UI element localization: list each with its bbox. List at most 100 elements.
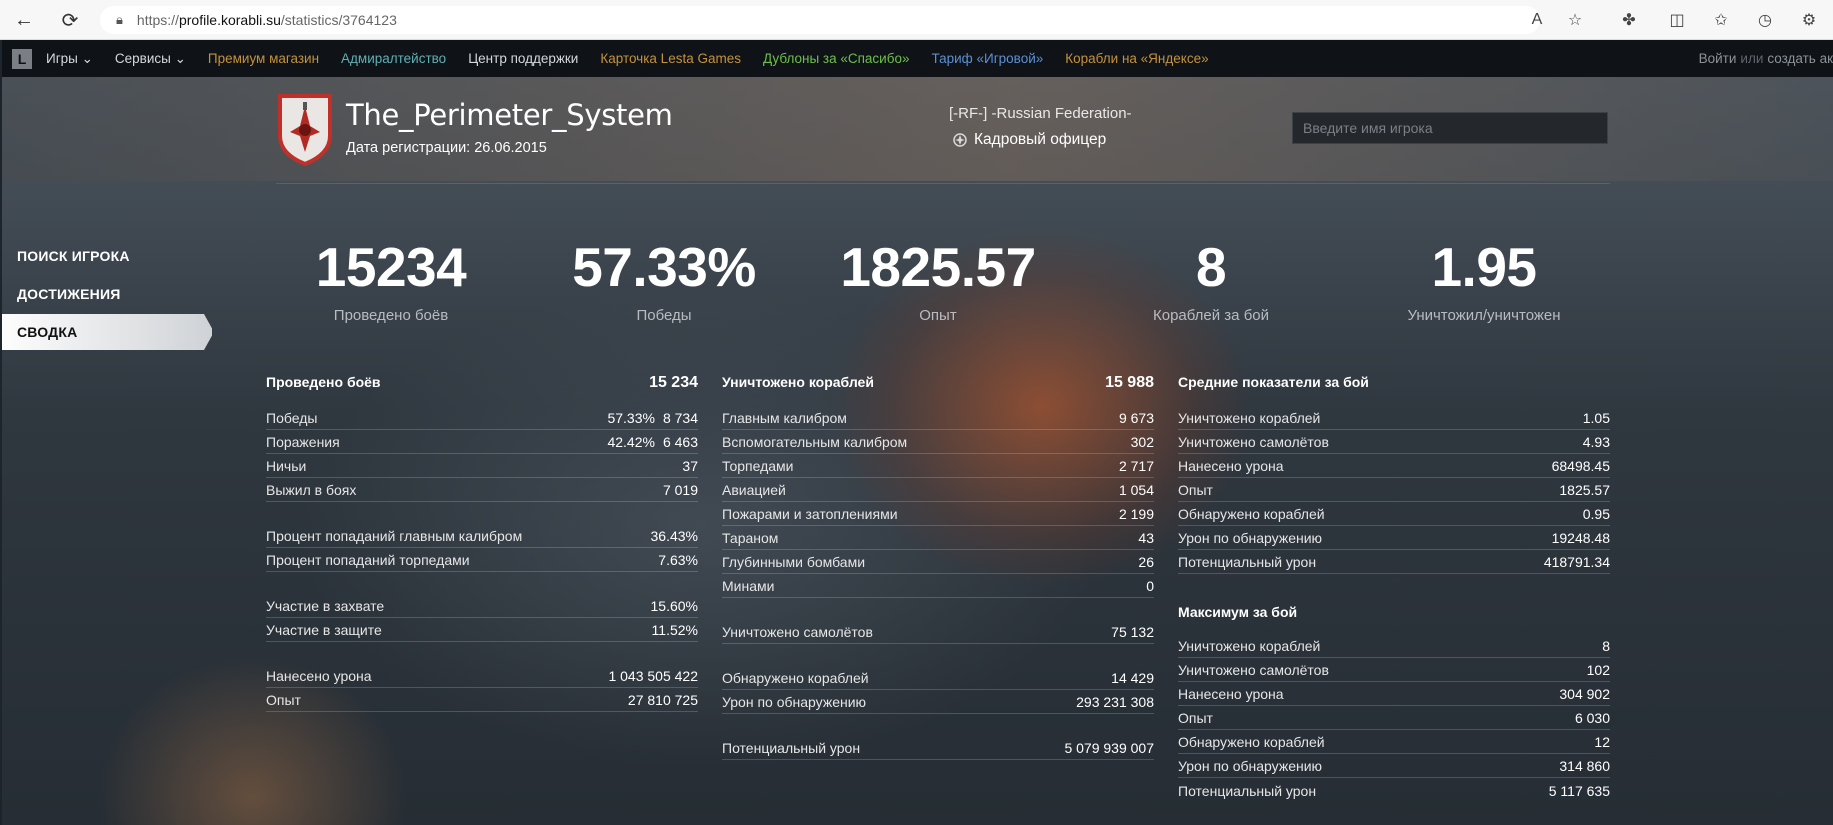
table-row: Обнаружено кораблей 0.95 [1178, 502, 1610, 526]
table-row: Потенциальный урон 418791.34 [1178, 550, 1610, 574]
summary-label: Проведено боёв [333, 307, 449, 324]
favorites-icon[interactable]: ✩ [1710, 9, 1732, 31]
clan-rank: Кадровый офицер [952, 131, 1106, 149]
clan-link[interactable]: [-RF-] -Russian Federation- [949, 105, 1132, 122]
table-row: Выжил в боях 7 019 [266, 478, 698, 502]
averages-table: Средние показатели за бой Уничтожено кор… [1178, 374, 1610, 802]
table-row: Обнаружено кораблей 12 [1178, 730, 1610, 754]
browser-toolbar: ← ⟳ 🔒︎ https://profile.korabli.su/statis… [0, 0, 1833, 40]
split-screen-icon[interactable]: ◫ [1666, 9, 1688, 31]
table-row: Главным калибром 9 673 [722, 406, 1154, 430]
table-row: Победы 57.33% 8 734 [266, 406, 698, 430]
table-row: Урон по обнаружению 314 860 [1178, 754, 1610, 778]
summary-ships-per-battle: 8 Кораблей за бой [1091, 237, 1331, 324]
summary-value: 57.33% [572, 236, 756, 298]
summary-kd-ratio: 1.95 Уничтожил/уничтожен [1364, 237, 1604, 324]
table-row: Опыт 27 810 725 [266, 688, 698, 712]
back-icon[interactable]: ← [10, 6, 38, 34]
table-row: Процент попаданий торпедами 7.63% [266, 548, 698, 572]
clan-emblem-icon [278, 94, 332, 166]
summary-wins: 57.33% Победы [544, 237, 784, 324]
player-search-input[interactable] [1292, 112, 1608, 144]
summary-experience: 1825.57 Опыт [818, 237, 1058, 324]
table-row: Минами 0 [722, 574, 1154, 598]
summary-label: Опыт [919, 307, 957, 324]
table-title: Проведено боёв [266, 374, 381, 390]
table-row: Урон по обнаружению 293 231 308 [722, 690, 1154, 714]
nav-services[interactable]: Сервисы ⌄ [115, 51, 186, 67]
nav-tariff[interactable]: Тариф «Игровой» [931, 51, 1043, 66]
battles-table: Проведено боёв 15 234 Победы 57.33% 8 734 … [266, 374, 698, 712]
url-text: https://profile.korabli.su/statistics/37… [136, 12, 397, 28]
summary-value: 15234 [315, 236, 467, 298]
table-row: Процент попаданий главным калибром 36.43% [266, 524, 698, 548]
login-or: или [1740, 51, 1764, 66]
sidebar-item-achievements[interactable]: ДОСТИЖЕНИЯ [2, 276, 212, 312]
nav-doubloons[interactable]: Дублоны за «Спасибо» [763, 51, 909, 66]
table-row: Авиацией 1 054 [722, 478, 1154, 502]
summary-label: Уничтожил/уничтожен [1407, 307, 1561, 324]
table-row: Опыт 6 030 [1178, 706, 1610, 730]
table-row: Потенциальный урон 5 117 635 [1178, 783, 1610, 799]
sidebar-item-summary[interactable]: СВОДКА [2, 314, 212, 350]
table-title: Средние показатели за бой [1178, 374, 1369, 390]
login-area: Войти или создать ак [1699, 40, 1833, 77]
summary-value: 8 [1195, 236, 1227, 298]
table-row: Нанесено урона 68498.45 [1178, 454, 1610, 478]
maximum-header: Максимум за бой [1178, 604, 1610, 628]
sidebar-item-player-search[interactable]: ПОИСК ИГРОКА [2, 238, 212, 274]
rank-label: Кадровый офицер [974, 131, 1107, 148]
table-row: Уничтожено самолётов 75 132 [722, 620, 1154, 644]
lesta-logo[interactable]: L [12, 48, 32, 69]
summary-label: Кораблей за бой [1152, 307, 1270, 324]
table-row: Опыт 1825.57 [1178, 478, 1610, 502]
player-name: The_Perimeter_System [346, 98, 673, 132]
table-row: Вспомогательным калибром 302 [722, 430, 1154, 454]
table-row: Уничтожено кораблей 1.05 [1178, 406, 1610, 430]
nav-premium-shop[interactable]: Премиум магазин [208, 51, 319, 66]
table-title: Максимум за бой [1178, 604, 1298, 620]
table-row: Пожарами и затоплениями 2 199 [722, 502, 1154, 526]
table-row: Уничтожено самолётов 102 [1178, 658, 1610, 682]
read-aloud-icon[interactable]: A [1526, 9, 1548, 31]
table-total: 15 988 [1105, 374, 1154, 391]
table-row: Урон по обнаружению 19248.48 [1178, 526, 1610, 550]
table-row: Глубинными бомбами 26 [722, 550, 1154, 574]
table-row: Потенциальный урон 5 079 939 007 [722, 736, 1154, 760]
table-row: Тараном 43 [722, 526, 1154, 550]
kills-table: Уничтожено кораблей 15 988 Главным калиб… [722, 374, 1154, 760]
address-bar[interactable]: 🔒︎ https://profile.korabli.su/statistics… [100, 6, 1540, 34]
register-link[interactable]: создать ак [1767, 51, 1833, 66]
table-total: 15 234 [649, 374, 698, 391]
history-icon[interactable]: ◷ [1754, 9, 1776, 31]
table-row: Участие в защите 11.52% [266, 618, 698, 642]
rank-icon [953, 133, 967, 147]
nav-games[interactable]: Игры ⌄ [46, 51, 93, 67]
kills-header: Уничтожено кораблей 15 988 [722, 374, 1154, 398]
table-row: Поражения 42.42% 6 463 [266, 430, 698, 454]
nav-lesta-card[interactable]: Карточка Lesta Games [600, 51, 741, 66]
table-row: Ничьи 37 [266, 454, 698, 478]
settings-icon[interactable]: ⚙ [1798, 9, 1820, 31]
extensions-icon[interactable]: ✤ [1618, 9, 1640, 31]
site-navbar: L Игры ⌄ Сервисы ⌄ Премиум магазин Адмир… [2, 40, 1833, 77]
summary-label: Победы [636, 307, 692, 324]
table-row: Участие в захвате 15.60% [266, 594, 698, 618]
reload-icon[interactable]: ⟳ [56, 6, 84, 34]
login-link[interactable]: Войти [1699, 51, 1737, 66]
nav-support[interactable]: Центр поддержки [468, 51, 578, 66]
averages-header: Средние показатели за бой [1178, 374, 1610, 398]
table-row: Торпедами 2 717 [722, 454, 1154, 478]
table-row: Уничтожено кораблей 8 [1178, 634, 1610, 658]
header-divider [276, 183, 1610, 184]
nav-yandex[interactable]: Корабли на «Яндексе» [1065, 51, 1208, 66]
favorite-star-icon[interactable]: ☆ [1564, 9, 1586, 31]
table-title: Уничтожено кораблей [722, 374, 874, 390]
lock-icon: 🔒︎ [116, 12, 123, 27]
table-row: Обнаружено кораблей 14 429 [722, 666, 1154, 690]
table-row: Уничтожено самолётов 4.93 [1178, 430, 1610, 454]
nav-admiralty[interactable]: Адмиралтейство [341, 51, 446, 66]
table-row: Нанесено урона 1 043 505 422 [266, 664, 698, 688]
registration-date: Дата регистрации: 26.06.2015 [346, 140, 547, 156]
summary-value: 1825.57 [840, 236, 1036, 298]
